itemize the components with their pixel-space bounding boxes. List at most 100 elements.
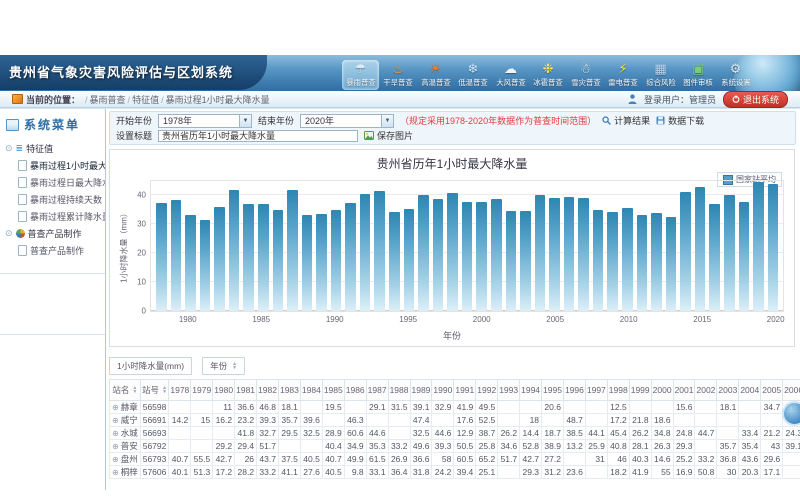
value-cell: 33.2 bbox=[257, 466, 279, 479]
chart-panel: 贵州省历年1小时最大降水量 国家站平均 1小时降水量（mm） 010203040… bbox=[109, 149, 795, 347]
logout-button[interactable]: 退出系统 bbox=[723, 91, 788, 108]
nav-item-drought[interactable]: ♨干旱普查 bbox=[380, 60, 417, 90]
settings-icon: ⚙ bbox=[730, 62, 742, 76]
station-cell: ⊕普安 bbox=[110, 440, 141, 453]
table-row: ⊕盘州5679340.755.542.72643.737.540.540.749… bbox=[110, 453, 800, 466]
nav-item-composite-risk[interactable]: ▦综合风险 bbox=[642, 60, 679, 90]
value-cell: 27.6 bbox=[300, 466, 322, 479]
start-year-select[interactable]: 1978年 ▼ bbox=[158, 114, 252, 128]
value-cell: 34.7 bbox=[761, 401, 783, 414]
expand-row-icon[interactable]: ⊕ bbox=[112, 455, 119, 464]
expand-row-icon[interactable]: ⊕ bbox=[112, 442, 119, 451]
value-cell bbox=[322, 414, 344, 427]
measure-filter[interactable]: 1小时降水量(mm) bbox=[109, 357, 192, 375]
station-cell: ⊕威宁 bbox=[110, 414, 141, 427]
save-image-button[interactable]: 保存图片 bbox=[364, 129, 413, 142]
value-cell: 33.2 bbox=[695, 453, 717, 466]
value-cell: 49.6 bbox=[410, 440, 432, 453]
nav-item-hail[interactable]: ❉冰雹普查 bbox=[530, 60, 567, 90]
menu-window-icon bbox=[6, 119, 19, 131]
breadcrumb-link[interactable]: 暴雨普查 bbox=[90, 95, 126, 105]
bar-1995 bbox=[404, 209, 415, 311]
value-cell: 29.5 bbox=[278, 427, 300, 440]
value-cell: 36.4 bbox=[388, 466, 410, 479]
tree-item[interactable]: 暴雨过程日最大降水量 bbox=[18, 174, 105, 191]
start-year-value: 1978年 bbox=[159, 114, 192, 127]
value-cell bbox=[695, 440, 717, 453]
bar-2009 bbox=[607, 212, 618, 311]
col-header-year-2002: 2002 bbox=[695, 380, 717, 401]
expand-row-icon[interactable]: ⊕ bbox=[112, 468, 119, 477]
pie-icon bbox=[16, 229, 25, 238]
bar-2003 bbox=[520, 211, 531, 311]
breadcrumb-link[interactable]: 特征值 bbox=[132, 95, 159, 105]
bar-2014 bbox=[680, 192, 691, 311]
col-header-station-id[interactable]: 站号▲▼ bbox=[140, 380, 169, 401]
x-tick-label: 2000 bbox=[473, 315, 491, 324]
tree-expander-icon[interactable]: ⊙ bbox=[5, 229, 13, 238]
chart-title-input[interactable] bbox=[158, 130, 358, 142]
expand-row-icon[interactable]: ⊕ bbox=[112, 416, 119, 425]
bar-2000 bbox=[476, 202, 487, 311]
sidebar-empty-panel bbox=[0, 274, 105, 335]
value-cell: 18 bbox=[520, 414, 542, 427]
nav-item-lightning[interactable]: ⚡雷电普查 bbox=[605, 60, 642, 90]
table-row: ⊕赫章565981136.646.818.119.529.131.539.132… bbox=[110, 401, 800, 414]
bar-2004 bbox=[535, 195, 546, 311]
end-year-select[interactable]: 2020年 ▼ bbox=[300, 114, 394, 128]
tree-item[interactable]: 普查产品制作 bbox=[18, 242, 105, 259]
grid-header-row: 站名▲▼站号▲▼19781979198019811982198319841985… bbox=[110, 380, 800, 401]
nav-item-rainstorm[interactable]: ☂暴雨普查 bbox=[342, 60, 379, 90]
calculate-button[interactable]: 计算结果 bbox=[602, 114, 650, 127]
value-cell: 17.2 bbox=[607, 414, 629, 427]
bar-1979 bbox=[171, 200, 182, 311]
expand-row-icon[interactable]: ⊕ bbox=[112, 429, 119, 438]
float-scroll-button[interactable] bbox=[782, 401, 800, 426]
col-header-station[interactable]: 站名▲▼ bbox=[110, 380, 141, 401]
value-cell: 46 bbox=[607, 453, 629, 466]
save-image-label: 保存图片 bbox=[377, 129, 413, 142]
value-cell: 27.2 bbox=[542, 453, 564, 466]
value-cell: 18.1 bbox=[278, 401, 300, 414]
tree-expander-icon[interactable]: ⊙ bbox=[5, 144, 13, 153]
tree-group-1[interactable]: ⊙普查产品制作 bbox=[5, 225, 105, 242]
station-id-cell: 56792 bbox=[140, 440, 169, 453]
bar-2020 bbox=[768, 184, 779, 311]
bar-2015 bbox=[695, 187, 706, 311]
nav-item-snow[interactable]: ☃雪灾普查 bbox=[567, 60, 604, 90]
breadcrumb-link[interactable]: 暴雨过程1小时最大降水量 bbox=[166, 95, 270, 105]
nav-item-settings[interactable]: ⚙系统设置 bbox=[717, 60, 754, 90]
nav-item-low-temp[interactable]: ❄低温普查 bbox=[455, 60, 492, 90]
value-cell: 17.6 bbox=[454, 414, 476, 427]
col-header-station-label: 站名 bbox=[112, 384, 129, 396]
chart-plot-area: 1小时降水量（mm） 01020304019801985199019952000… bbox=[150, 180, 784, 312]
sort-carets-icon: ▲▼ bbox=[162, 386, 167, 394]
value-cell: 31.8 bbox=[410, 466, 432, 479]
col-header-year-1980: 1980 bbox=[213, 380, 235, 401]
tree-item-label: 暴雨过程日最大降水量 bbox=[30, 176, 105, 189]
value-cell bbox=[563, 401, 585, 414]
value-cell: 25.1 bbox=[476, 466, 498, 479]
tree-item[interactable]: 暴雨过程1小时最大降水量 bbox=[18, 157, 105, 174]
value-cell: 26.3 bbox=[651, 440, 673, 453]
download-button[interactable]: 数据下载 bbox=[656, 114, 704, 127]
nav-item-wind[interactable]: ☁大风普查 bbox=[492, 60, 529, 90]
tree-group-0[interactable]: ⊙≣特征值 bbox=[5, 140, 105, 157]
value-cell: 14.6 bbox=[651, 453, 673, 466]
bar-1998 bbox=[447, 193, 458, 311]
app-title: 贵州省气象灾害风险评估与区划系统 bbox=[0, 55, 267, 90]
nav-item-high-temp[interactable]: ☀高温普查 bbox=[417, 60, 454, 90]
nav-item-map-review[interactable]: ▣图件审核 bbox=[680, 60, 717, 90]
value-cell: 39.3 bbox=[257, 414, 279, 427]
value-cell: 40.7 bbox=[169, 453, 191, 466]
tree-item[interactable]: 暴雨过程累计降水量 bbox=[18, 208, 105, 225]
user-icon bbox=[628, 94, 637, 104]
value-cell: 38.9 bbox=[542, 440, 564, 453]
tree-item[interactable]: 暴雨过程持续天数 bbox=[18, 191, 105, 208]
col-header-year-2004: 2004 bbox=[739, 380, 761, 401]
value-cell: 24.2 bbox=[432, 466, 454, 479]
value-cell: 35.7 bbox=[717, 440, 739, 453]
year-column-filter[interactable]: 年份 ▲▼ bbox=[202, 357, 245, 375]
expand-row-icon[interactable]: ⊕ bbox=[112, 403, 119, 412]
value-cell bbox=[585, 401, 607, 414]
